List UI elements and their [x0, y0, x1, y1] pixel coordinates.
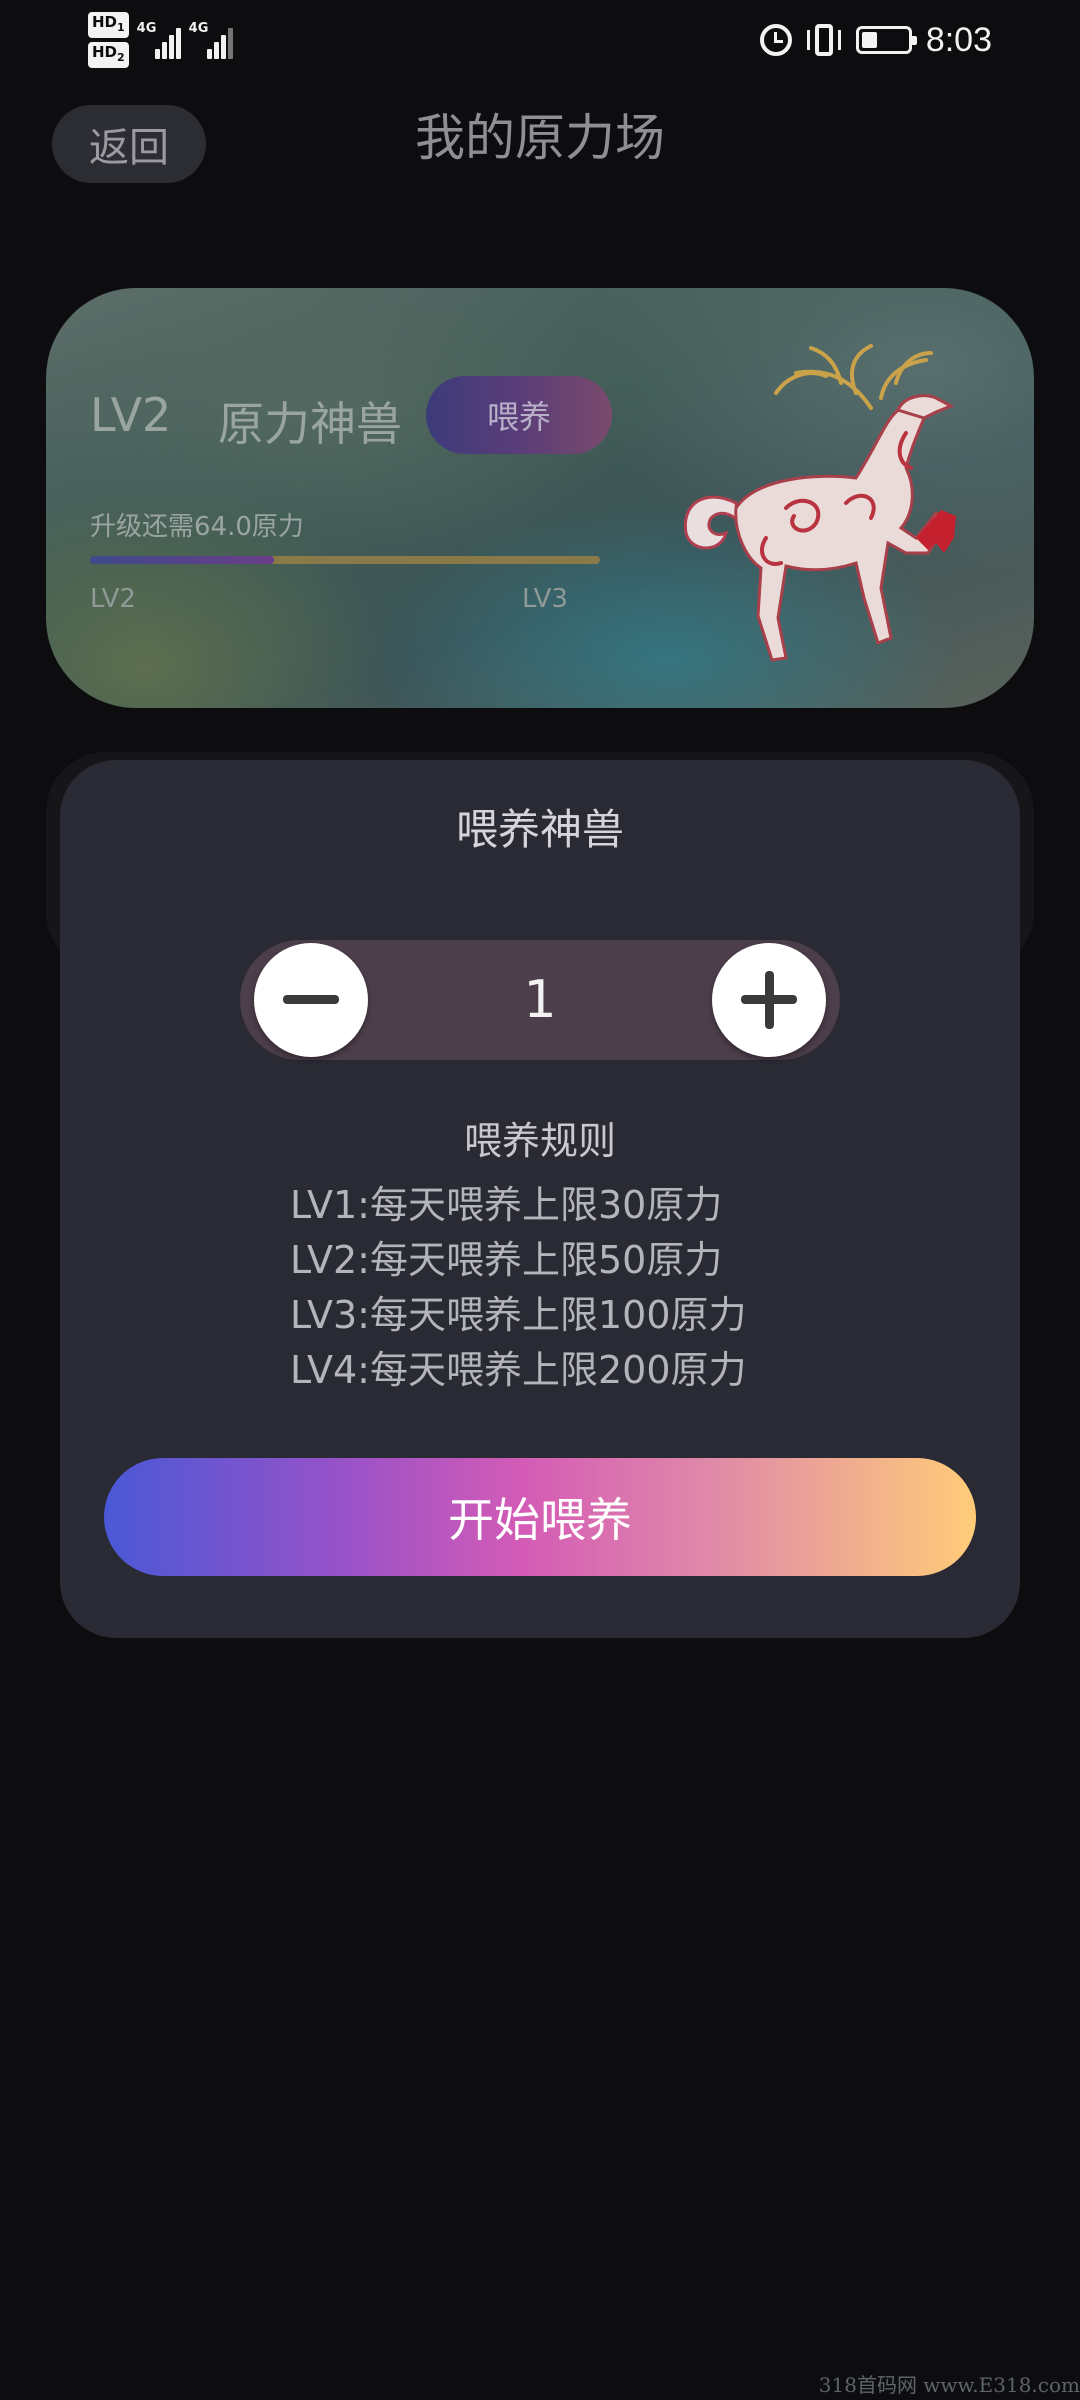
progress-end-label: LV3	[522, 584, 568, 614]
rule-item: LV1:每天喂养上限30原力	[290, 1183, 723, 1227]
signal-2-icon: 4G	[189, 21, 233, 59]
pet-card: LV2 原力神兽 喂养 升级还需64.0原力 LV2 LV3	[46, 288, 1034, 708]
pet-level: LV2	[90, 388, 172, 442]
feed-sheet: 喂养神兽 1 喂养规则 LV1:每天喂养上限30原力 LV2:每天喂养上限50原…	[60, 760, 1020, 1638]
watermark: 318首码网 www.E318.com	[818, 2373, 1080, 2397]
rule-item: LV2:每天喂养上限50原力	[290, 1238, 723, 1282]
progress-start-label: LV2	[90, 584, 136, 614]
rules-title: 喂养规则	[463, 1119, 616, 1163]
rule-item: LV3:每天喂养上限100原力	[290, 1293, 747, 1337]
decrement-button[interactable]	[254, 943, 368, 1057]
sheet-title: 喂养神兽	[455, 805, 624, 854]
alarm-icon	[759, 24, 792, 56]
status-bar: HD1 HD2 4G 4G 8:03	[0, 0, 1080, 80]
plus-icon-vertical	[765, 971, 774, 1029]
page-title: 我的原力场	[415, 109, 665, 167]
deer-illustration	[683, 344, 956, 662]
network-2-label: 4G	[188, 21, 209, 36]
signal-1-icon: 4G	[137, 21, 181, 59]
pet-name: 原力神兽	[218, 397, 402, 451]
start-feeding-button[interactable]: 开始喂养	[104, 1458, 976, 1576]
quantity-value[interactable]: 1	[390, 940, 690, 1060]
level-progress-bar	[90, 556, 600, 564]
hd-indicators: HD1 HD2	[88, 12, 129, 68]
status-bar-right: 8:03	[759, 18, 992, 62]
battery-icon	[855, 26, 917, 54]
feed-button[interactable]: 喂养	[426, 376, 612, 454]
vibrate-icon	[806, 22, 842, 58]
network-1-label: 4G	[136, 21, 157, 36]
battery-level	[861, 32, 878, 48]
upgrade-hint: 升级还需64.0原力	[90, 512, 304, 542]
increment-button[interactable]	[712, 943, 826, 1057]
hd-1-icon: HD1	[88, 12, 129, 38]
status-time: 8:03	[925, 20, 992, 59]
status-bar-left: HD1 HD2 4G 4G	[88, 12, 233, 68]
rules-list: LV1:每天喂养上限30原力 LV2:每天喂养上限50原力 LV3:每天喂养上限…	[290, 1178, 747, 1398]
minus-icon	[283, 995, 339, 1004]
rule-item: LV4:每天喂养上限200原力	[290, 1348, 747, 1392]
quantity-stepper: 1	[240, 940, 840, 1060]
level-progress-fill	[90, 556, 274, 564]
hd-2-icon: HD2	[88, 42, 129, 68]
